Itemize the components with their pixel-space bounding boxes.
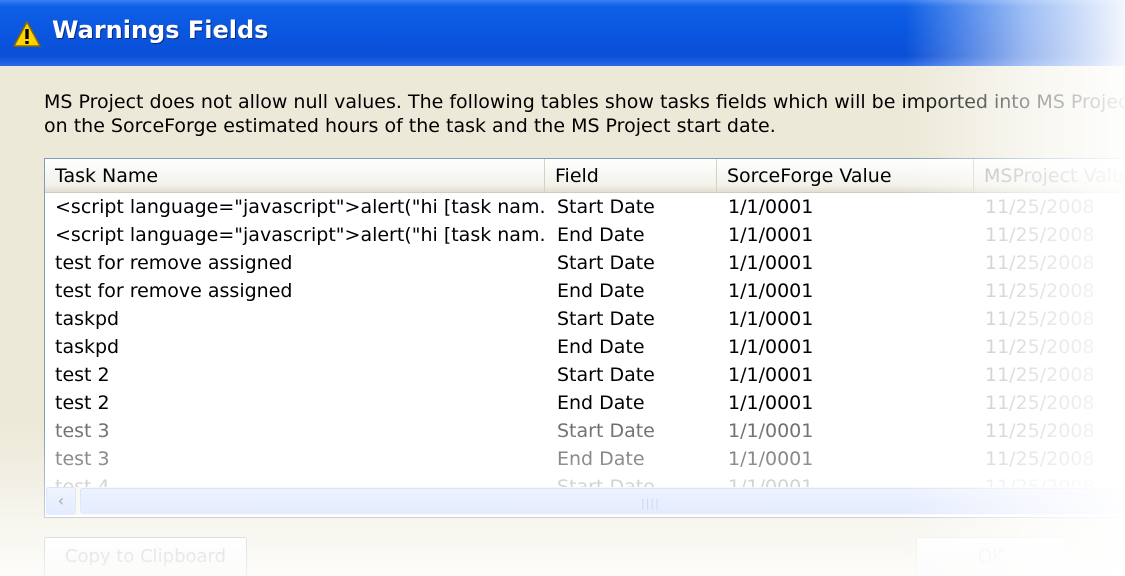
warnings-dialog: Warnings Fields MS Project does not allo… bbox=[0, 0, 1125, 576]
cell-field: Start Date bbox=[557, 196, 655, 218]
horizontal-scrollbar[interactable]: ‹ |||| bbox=[46, 487, 1125, 515]
list-rows: <script language="javascript">alert("hi … bbox=[45, 193, 1125, 501]
table-row[interactable]: <script language="javascript">alert("hi … bbox=[45, 221, 1125, 249]
cell-task-name: test 2 bbox=[55, 392, 110, 414]
table-row[interactable]: test 2 Start Date 1/1/0001 11/25/2008 bbox=[45, 361, 1125, 389]
table-row[interactable]: test for remove assigned End Date 1/1/0001… bbox=[45, 277, 1125, 305]
cell-field: End Date bbox=[557, 280, 645, 302]
cell-task-name: test 3 bbox=[55, 448, 110, 470]
ok-button[interactable]: OK bbox=[916, 537, 1066, 576]
cell-sorceforge-value: 1/1/0001 bbox=[728, 224, 814, 246]
scroll-left-button[interactable]: ‹ bbox=[46, 487, 76, 515]
cell-field: End Date bbox=[557, 448, 645, 470]
cell-sorceforge-value: 1/1/0001 bbox=[728, 364, 814, 386]
cell-field: Start Date bbox=[557, 308, 655, 330]
warning-icon bbox=[12, 20, 42, 48]
cell-sorceforge-value: 1/1/0001 bbox=[728, 308, 814, 330]
table-row[interactable]: taskpd Start Date 1/1/0001 11/25/2008 bbox=[45, 305, 1125, 333]
cell-task-name: <script language="javascript">alert("hi … bbox=[55, 196, 545, 218]
description-line-2: on the SorceForge estimated hours of the… bbox=[44, 115, 776, 137]
cell-task-name: <script language="javascript">alert("hi … bbox=[55, 224, 545, 246]
cell-msproject-value: 11/25/2008 bbox=[985, 280, 1095, 302]
list-header: Task Name Field SorceForge Value MSProje… bbox=[45, 159, 1125, 193]
cell-msproject-value: 11/25/2008 bbox=[985, 252, 1095, 274]
title-bar[interactable]: Warnings Fields bbox=[0, 0, 1125, 66]
chevron-left-icon: ‹ bbox=[57, 491, 65, 510]
cell-task-name: test for remove assigned bbox=[55, 252, 293, 274]
table-row[interactable]: test for remove assigned Start Date 1/1/00… bbox=[45, 249, 1125, 277]
description-text: MS Project does not allow null values. T… bbox=[44, 90, 1125, 138]
table-row[interactable]: test 3 Start Date 1/1/0001 11/25/2008 bbox=[45, 417, 1125, 445]
cell-sorceforge-value: 1/1/0001 bbox=[728, 336, 814, 358]
cell-task-name: test 2 bbox=[55, 364, 110, 386]
cell-field: End Date bbox=[557, 392, 645, 414]
cell-field: Start Date bbox=[557, 252, 655, 274]
cell-msproject-value: 11/25/2008 bbox=[985, 364, 1095, 386]
table-row[interactable]: test 2 End Date 1/1/0001 11/25/2008 bbox=[45, 389, 1125, 417]
column-header-field[interactable]: Field bbox=[545, 159, 717, 192]
cell-msproject-value: 11/25/2008 bbox=[985, 308, 1095, 330]
grip-icon: |||| bbox=[641, 497, 660, 510]
warnings-list[interactable]: Task Name Field SorceForge Value MSProje… bbox=[44, 158, 1125, 518]
cell-sorceforge-value: 1/1/0001 bbox=[728, 420, 814, 442]
cell-field: End Date bbox=[557, 224, 645, 246]
column-header-task-name[interactable]: Task Name bbox=[45, 159, 545, 192]
cell-msproject-value: 11/25/2008 bbox=[985, 336, 1095, 358]
cell-task-name: taskpd bbox=[55, 336, 120, 358]
cell-sorceforge-value: 1/1/0001 bbox=[728, 252, 814, 274]
cell-sorceforge-value: 1/1/0001 bbox=[728, 196, 814, 218]
cell-msproject-value: 11/25/2008 bbox=[985, 224, 1095, 246]
table-row[interactable]: taskpd End Date 1/1/0001 11/25/2008 bbox=[45, 333, 1125, 361]
cell-task-name: test for remove assigned bbox=[55, 280, 293, 302]
dialog-title: Warnings Fields bbox=[52, 16, 269, 44]
cell-msproject-value: 11/25/2008 bbox=[985, 196, 1095, 218]
scrollbar-thumb[interactable]: |||| bbox=[80, 488, 1120, 514]
cell-msproject-value: 11/25/2008 bbox=[985, 392, 1095, 414]
cell-msproject-value: 11/25/2008 bbox=[985, 448, 1095, 470]
column-header-msproject-value[interactable]: MSProject Value bbox=[974, 159, 1125, 192]
table-row[interactable]: test 3 End Date 1/1/0001 11/25/2008 bbox=[45, 445, 1125, 473]
cell-sorceforge-value: 1/1/0001 bbox=[728, 392, 814, 414]
cell-field: Start Date bbox=[557, 364, 655, 386]
cell-msproject-value: 11/25/2008 bbox=[985, 420, 1095, 442]
cell-sorceforge-value: 1/1/0001 bbox=[728, 448, 814, 470]
description-line-1: MS Project does not allow null values. T… bbox=[44, 91, 1125, 113]
cell-task-name: test 3 bbox=[55, 420, 110, 442]
copy-to-clipboard-button[interactable]: Copy to Clipboard bbox=[44, 537, 247, 576]
cell-field: End Date bbox=[557, 336, 645, 358]
table-row[interactable]: <script language="javascript">alert("hi … bbox=[45, 193, 1125, 221]
cell-field: Start Date bbox=[557, 420, 655, 442]
column-header-sorceforge-value[interactable]: SorceForge Value bbox=[717, 159, 974, 192]
cell-task-name: taskpd bbox=[55, 308, 120, 330]
cell-sorceforge-value: 1/1/0001 bbox=[728, 280, 814, 302]
